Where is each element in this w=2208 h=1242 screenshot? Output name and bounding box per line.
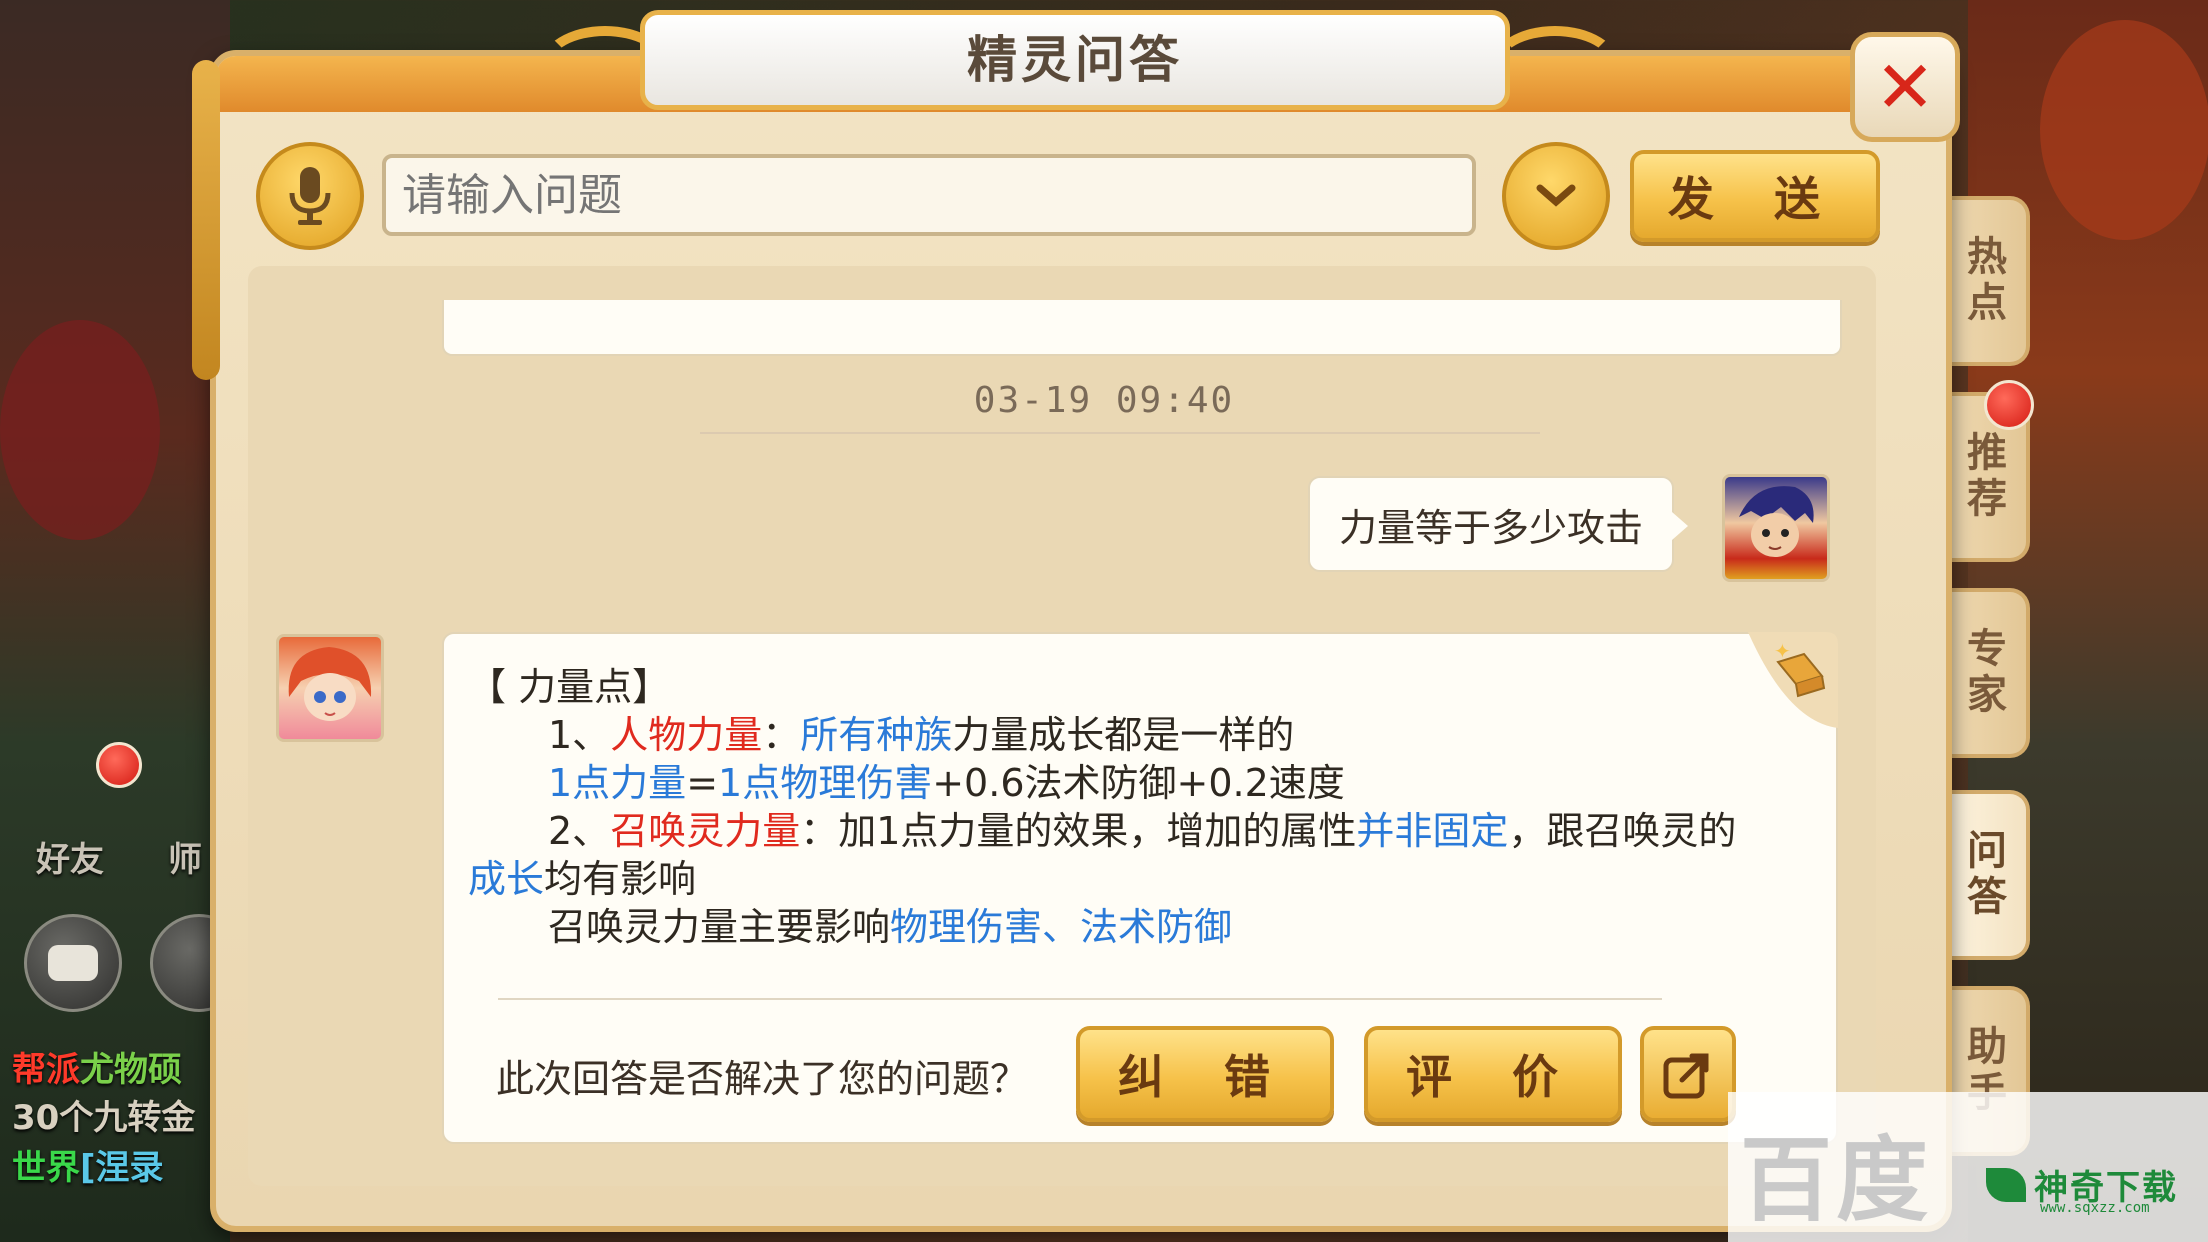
svg-text:✦: ✦ bbox=[1774, 639, 1791, 663]
watermark-url: www.sqxzz.com bbox=[2040, 1200, 2150, 1216]
chat-icon bbox=[48, 945, 98, 981]
chat-line: 帮派尤物硕 bbox=[12, 1050, 182, 1090]
answer-line-1: 1、人物力量：所有种族力量成长都是一样的 bbox=[548, 713, 1295, 757]
friend-label[interactable]: 好友 bbox=[36, 832, 104, 881]
answer-line-4: 成长均有影响 bbox=[468, 857, 697, 901]
user-question-bubble: 力量等于多少攻击 bbox=[1308, 476, 1688, 572]
history-dropdown-button[interactable] bbox=[1502, 142, 1610, 250]
page-title: 精灵问答 bbox=[640, 10, 1510, 110]
chat-line: 30个九转金 bbox=[12, 1098, 196, 1138]
leaf-logo-icon bbox=[1986, 1167, 2026, 1202]
close-icon: ✕ bbox=[1874, 45, 1936, 129]
message-timestamp: 03-19 09:40 bbox=[973, 380, 1235, 421]
answer-line-5: 召唤灵力量主要影响物理伤害、法术防御 bbox=[548, 905, 1233, 949]
book-icon[interactable]: ✦ bbox=[1748, 632, 1838, 728]
master-label[interactable]: 师 bbox=[168, 832, 202, 881]
tab-expert[interactable]: 专家 bbox=[1940, 588, 2030, 758]
question-input[interactable] bbox=[382, 154, 1476, 236]
assistant-avatar bbox=[276, 634, 384, 742]
answer-line-2: 1点力量=1点物理伤害+0.6法术防御+0.2速度 bbox=[548, 761, 1345, 805]
chevron-down-icon bbox=[1536, 184, 1576, 207]
chat-button[interactable] bbox=[24, 914, 122, 1012]
user-avatar bbox=[1722, 474, 1830, 582]
answer-heading: 【 力量点】 bbox=[468, 665, 671, 709]
autumn-tree bbox=[0, 320, 160, 540]
share-icon bbox=[1663, 1053, 1709, 1099]
tassel-ornament bbox=[192, 60, 220, 380]
tab-hot[interactable]: 热点 bbox=[1940, 196, 2030, 366]
divider bbox=[498, 998, 1662, 1000]
voice-input-button[interactable] bbox=[256, 142, 364, 250]
report-error-button[interactable]: 纠 错 bbox=[1076, 1026, 1334, 1122]
answer-line-3: 2、召唤灵力量：加1点力量的效果，增加的属性并非固定，跟召唤灵的 bbox=[548, 809, 1737, 853]
chat-line: 世界[涅录 bbox=[12, 1148, 164, 1188]
share-button[interactable] bbox=[1640, 1026, 1736, 1122]
watermark-baidu: 百度 bbox=[1740, 1127, 1933, 1234]
microphone-icon bbox=[289, 167, 331, 225]
send-button[interactable]: 发 送 bbox=[1630, 150, 1880, 242]
close-button[interactable]: ✕ bbox=[1850, 32, 1960, 142]
autumn-tree bbox=[2040, 20, 2208, 240]
notification-dot bbox=[96, 742, 142, 788]
feedback-question: 此次回答是否解决了您的问题？ bbox=[496, 1057, 1029, 1101]
divider bbox=[700, 432, 1540, 434]
previous-answer-card bbox=[442, 300, 1842, 356]
rate-button[interactable]: 评 价 bbox=[1364, 1026, 1622, 1122]
tab-qa[interactable]: 问答 bbox=[1940, 790, 2030, 960]
